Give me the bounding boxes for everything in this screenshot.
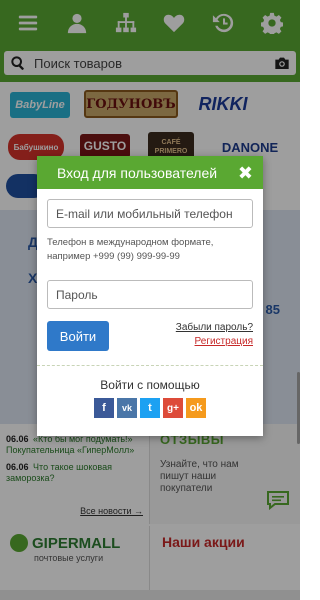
login-actions: Войти Забыли пароль? Регистрация — [47, 321, 253, 351]
phone-format-hint: Телефон в международном формате, наприме… — [47, 237, 214, 262]
modal-title: Вход для пользователей — [57, 164, 218, 181]
register-link[interactable]: Регистрация — [176, 335, 253, 349]
modal-header: Вход для пользователей ✖ — [37, 156, 263, 189]
divider — [37, 365, 263, 366]
auth-links: Забыли пароль? Регистрация — [176, 321, 253, 351]
close-icon[interactable]: ✖ — [238, 164, 253, 182]
vk-icon[interactable]: vk — [117, 398, 137, 418]
social-login-title: Войти с помощью — [100, 378, 200, 392]
odnoklassniki-icon[interactable]: ok — [186, 398, 206, 418]
twitter-icon[interactable]: t — [140, 398, 160, 418]
social-login-buttons: f vk t g+ ok — [47, 398, 253, 418]
forgot-password-link[interactable]: Забыли пароль? — [176, 321, 253, 335]
scrollbar-handle[interactable] — [297, 372, 300, 444]
password-field[interactable] — [47, 280, 253, 309]
login-modal: Вход для пользователей ✖ Телефон в между… — [37, 156, 263, 436]
login-button[interactable]: Войти — [47, 321, 109, 351]
modal-body: Телефон в международном формате, наприме… — [37, 189, 263, 418]
google-plus-icon[interactable]: g+ — [163, 398, 183, 418]
email-phone-field[interactable] — [47, 199, 253, 228]
facebook-icon[interactable]: f — [94, 398, 114, 418]
